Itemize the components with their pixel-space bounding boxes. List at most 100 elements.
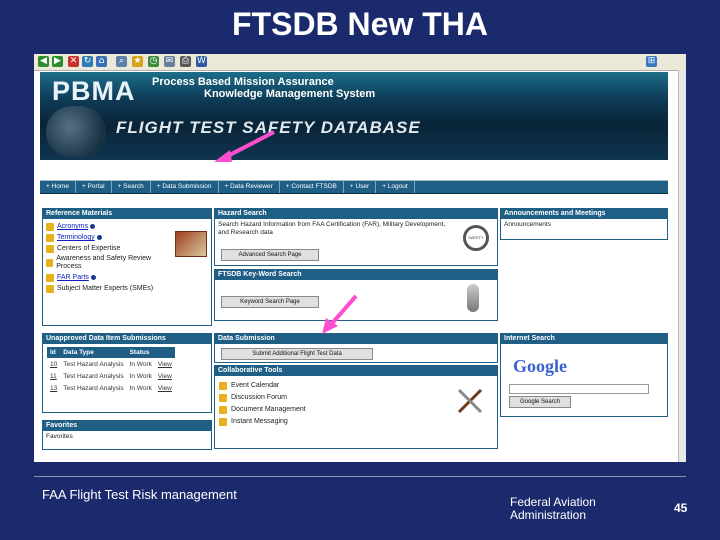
tools-icon <box>455 386 485 416</box>
wait-icon <box>46 244 54 253</box>
vertical-scrollbar[interactable] <box>678 70 686 462</box>
keys-icon <box>467 284 479 312</box>
row-data-type: Test Hazard Analysis <box>63 360 124 368</box>
footer-caption: FAA Flight Test Risk management <box>42 487 237 502</box>
row-id[interactable]: 11 <box>47 370 60 382</box>
nav-contact[interactable]: + Contact FTSDB <box>280 181 344 193</box>
nav-portal[interactable]: + Portal <box>76 181 112 193</box>
print-icon[interactable]: ⎙ <box>180 56 191 67</box>
table-row: 13 Test Hazard Analysis In Work View <box>47 382 175 394</box>
footer-org-line-2: Administration <box>510 508 587 522</box>
message-icon <box>219 418 227 426</box>
internet-search-header: Internet Search <box>501 334 667 344</box>
row-view-link[interactable]: View <box>155 358 175 370</box>
collaborative-tools-panel: Collaborative Tools Event Calendar Discu… <box>214 365 498 449</box>
google-search-button[interactable]: Google Search <box>509 396 571 408</box>
collab-item-messaging[interactable]: Instant Messaging <box>215 416 497 428</box>
refresh-icon[interactable]: ↻ <box>82 56 93 67</box>
footer-organization: Federal Aviation Administration <box>510 496 596 522</box>
windows-logo-icon: ⊞ <box>646 56 657 67</box>
forward-icon[interactable]: ▶ <box>52 56 63 67</box>
wait-icon <box>46 259 54 267</box>
reference-item-awareness[interactable]: Awareness and Safety Review Process <box>43 254 166 272</box>
submit-flight-test-data-button[interactable]: Submit Additional Flight Test Data <box>221 348 373 360</box>
books-icon <box>175 231 207 257</box>
nav-search[interactable]: + Search <box>112 181 151 193</box>
document-icon <box>219 406 227 414</box>
edit-icon[interactable]: W <box>196 56 207 67</box>
row-id[interactable]: 13 <box>47 382 60 394</box>
reference-item-far-parts[interactable]: FAR Parts <box>43 272 211 283</box>
table-row: 10 Test Hazard Analysis In Work View <box>47 358 175 370</box>
col-data-type: Data Type <box>60 347 127 358</box>
submissions-table: Id Data Type Status 10 Test Hazard Analy… <box>47 347 175 394</box>
unapproved-submissions-header: Unapproved Data Item Submissions <box>43 334 211 344</box>
info-icon <box>96 235 102 240</box>
wait-icon <box>46 284 54 293</box>
home-icon[interactable]: ⌂ <box>96 56 107 67</box>
google-search-input[interactable] <box>509 384 649 394</box>
info-icon <box>90 224 96 229</box>
row-view-link[interactable]: View <box>155 370 175 382</box>
unapproved-submissions-panel: Unapproved Data Item Submissions Id Data… <box>42 333 212 413</box>
arrow-to-submit-button <box>322 294 358 334</box>
col-status: Status <box>126 347 155 358</box>
announcements-panel: Announcements and Meetings Announcements <box>500 208 668 240</box>
internet-search-panel: Internet Search Google Google Search <box>500 333 668 417</box>
banner-subtitle-1: Process Based Mission Assurance <box>152 76 334 88</box>
hazard-search-panel: Hazard Search Search Hazard Information … <box>214 208 498 266</box>
nav-data-reviewer[interactable]: + Data Reviewer <box>219 181 280 193</box>
favorites-icon[interactable]: ★ <box>132 56 143 67</box>
row-status: In Work <box>129 360 152 368</box>
favorites-header: Favorites <box>43 421 211 431</box>
favorites-panel: Favorites Favorites <box>42 420 212 450</box>
keyword-search-header: FTSDB Key-Word Search <box>215 270 497 280</box>
history-icon[interactable]: ◷ <box>148 56 159 67</box>
header-banner: PBMA Process Based Mission Assurance Kno… <box>40 72 668 160</box>
slide-title: FTSDB New THA <box>232 6 488 42</box>
stop-icon[interactable]: ✕ <box>68 56 79 67</box>
wait-icon <box>46 273 54 282</box>
wait-icon <box>46 222 54 231</box>
reference-item-smes[interactable]: Subject Matter Experts (SMEs) <box>43 283 211 294</box>
web-page: PBMA Process Based Mission Assurance Kno… <box>40 72 668 460</box>
hazard-search-text: Search Hazard Information from FAA Certi… <box>218 221 446 236</box>
nav-user[interactable]: + User <box>344 181 377 193</box>
nav-home[interactable]: + Home <box>40 181 76 193</box>
footer-divider <box>34 476 686 477</box>
data-submission-panel: Data Submission Submit Additional Flight… <box>214 333 498 363</box>
row-id[interactable]: 10 <box>47 358 60 370</box>
nav-data-submission[interactable]: + Data Submission <box>151 181 219 193</box>
arrow-to-data-submission <box>214 130 275 162</box>
row-data-type: Test Hazard Analysis <box>63 384 124 392</box>
wait-icon <box>46 233 54 242</box>
row-status: In Work <box>129 384 152 392</box>
announcements-header: Announcements and Meetings <box>501 209 667 219</box>
pbma-logo: PBMA <box>52 76 136 106</box>
back-icon[interactable]: ◀ <box>38 56 49 67</box>
table-row: 11 Test Hazard Analysis In Work View <box>47 370 175 382</box>
favorites-item[interactable]: Favorites <box>43 431 211 443</box>
browser-screenshot: ◀ ▶ ✕ ↻ ⌂ ⌕ ★ ◷ ✉ ⎙ W ⊞ PBMA Process Bas… <box>34 54 686 462</box>
keyword-search-button[interactable]: Keyword Search Page <box>221 296 319 308</box>
hazard-search-header: Hazard Search <box>215 209 497 219</box>
forum-icon <box>219 394 227 402</box>
calendar-icon <box>219 382 227 390</box>
nav-logout[interactable]: + Logout <box>376 181 415 193</box>
info-icon <box>90 275 96 280</box>
magnifier-icon: SAFETY <box>463 225 489 251</box>
col-action <box>154 347 175 358</box>
reference-materials-panel: Reference Materials Acronyms Terminology… <box>42 208 212 326</box>
collaborative-tools-header: Collaborative Tools <box>215 366 497 376</box>
search-icon[interactable]: ⌕ <box>116 56 127 67</box>
row-view-link[interactable]: View <box>155 382 175 394</box>
google-logo: Google <box>513 356 567 376</box>
main-nav: + Home + Portal + Search + Data Submissi… <box>40 180 668 194</box>
row-data-type: Test Hazard Analysis <box>63 372 124 380</box>
announcements-item[interactable]: Announcements <box>501 219 667 231</box>
mail-icon[interactable]: ✉ <box>164 56 175 67</box>
advanced-search-button[interactable]: Advanced Search Page <box>221 249 319 261</box>
row-status: In Work <box>129 372 152 380</box>
pilot-image <box>46 106 106 158</box>
browser-toolbar: ◀ ▶ ✕ ↻ ⌂ ⌕ ★ ◷ ✉ ⎙ W ⊞ <box>34 54 686 71</box>
